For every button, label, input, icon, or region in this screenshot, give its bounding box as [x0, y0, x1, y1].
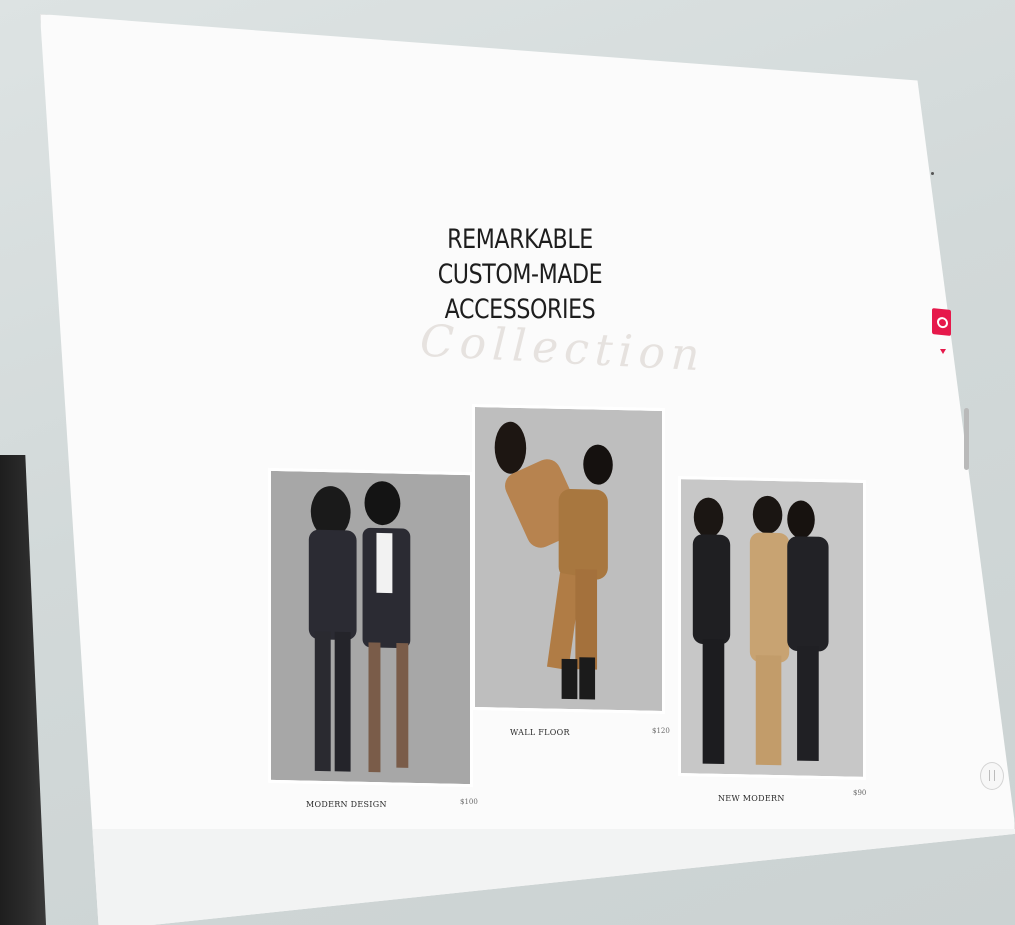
- product-price-wall-floor: $120: [652, 727, 670, 735]
- page-footer-band: [40, 829, 1015, 925]
- product-card-modern-design[interactable]: [268, 467, 473, 788]
- hero-section: REMARKABLE CUSTOM-MADE ACCESSORIES: [400, 222, 640, 327]
- chevron-down-icon: [940, 349, 946, 354]
- chat-icon[interactable]: [980, 762, 1004, 790]
- device-bezel: [0, 455, 46, 925]
- product-price-new-modern: $90: [853, 789, 867, 797]
- page-scrollbar[interactable]: [964, 408, 969, 470]
- product-photo[interactable]: [475, 407, 662, 711]
- product-card-new-modern[interactable]: [678, 476, 866, 780]
- product-photo[interactable]: [271, 470, 470, 785]
- product-price-modern-design: $100: [460, 798, 478, 806]
- product-name-modern-design[interactable]: MODERN DESIGN: [306, 800, 387, 809]
- headline-line-1: REMARKABLE: [447, 224, 593, 255]
- product-name-wall-floor[interactable]: WALL FLOOR: [510, 728, 570, 737]
- gift-icon[interactable]: [932, 308, 951, 336]
- headline-line-2: CUSTOM-MADE: [437, 259, 603, 290]
- hero-headline: REMARKABLE CUSTOM-MADE ACCESSORIES: [422, 222, 619, 327]
- product-photo[interactable]: [681, 479, 863, 777]
- product-card-wall-floor[interactable]: [472, 403, 665, 715]
- side-indicator-dot: [931, 172, 934, 175]
- product-name-new-modern[interactable]: NEW MODERN: [718, 794, 785, 803]
